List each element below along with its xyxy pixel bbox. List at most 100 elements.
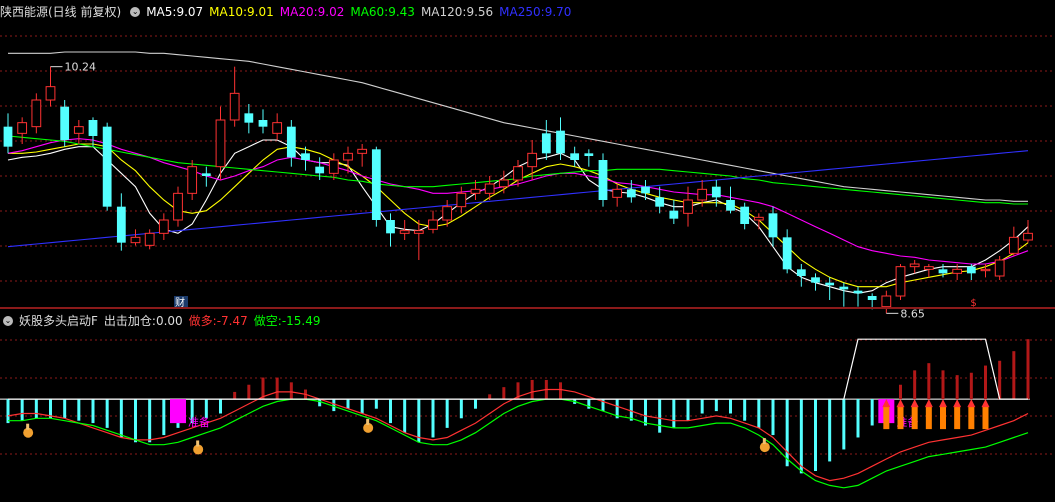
indicator-line <box>7 388 1029 482</box>
candle-body-down <box>768 213 778 238</box>
legend-value: 0.00 <box>155 314 183 328</box>
settings-icon[interactable]: ⌄ <box>3 316 13 326</box>
candle-body-up <box>697 188 708 201</box>
candle-body-up <box>215 119 226 168</box>
candle-body-up <box>343 152 353 161</box>
hand-finger <box>762 438 766 445</box>
candle-body-down <box>556 130 565 154</box>
indicator-title: 妖股多头启动F <box>19 314 98 328</box>
ma-legend: MA5: 9.07 MA10: 9.01 MA20: 9.02 MA60: 9.43 M… <box>146 3 571 21</box>
legend-value: -15.49 <box>281 314 321 328</box>
indicator-legend: ⌄ 妖股多头启动F 出击加仓: 0.00 做多: -7.47 做空: -15.49 <box>0 312 321 330</box>
candle-body-up <box>187 166 198 194</box>
legend-value: 9.07 <box>176 5 204 19</box>
up-arrow-icon <box>939 399 947 408</box>
candle-body-up <box>895 266 906 297</box>
legend-label: MA20: <box>279 5 318 19</box>
ma-line-ma20 <box>7 138 1029 265</box>
candle-body-down <box>541 133 551 154</box>
candle-body-up <box>923 266 934 270</box>
prepare-block <box>170 399 186 424</box>
legend-item: MA5: 9.07 <box>146 3 203 21</box>
ready-bar <box>940 405 946 430</box>
candle-body-down <box>839 286 849 290</box>
legend-item: 做多: -7.47 <box>189 312 248 330</box>
candle-body-up <box>683 199 693 214</box>
candle-body-up <box>158 219 169 234</box>
candle-body-up <box>470 188 481 194</box>
candle-body-down <box>796 269 806 276</box>
high-price-label: 10.24 <box>65 61 97 74</box>
candle-body-up <box>753 216 764 221</box>
candle-body-up <box>498 179 509 188</box>
legend-value: 9.01 <box>247 5 274 19</box>
candle-body-down <box>867 296 877 300</box>
settings-icon[interactable]: ⌄ <box>130 7 141 17</box>
candle-body-down <box>726 200 735 211</box>
candle-body-up <box>513 166 523 181</box>
candle-body-up <box>272 122 283 134</box>
legend-item: MA10: 9.01 <box>209 3 274 21</box>
candle-body-down <box>315 166 325 174</box>
legend-label: MA60: <box>350 5 389 19</box>
candle-body-up <box>484 183 495 194</box>
candle-body-down <box>853 290 863 294</box>
chart-stage: 10.248.65财 $ 准备 准备 <box>0 35 1055 489</box>
candle-body-down <box>3 126 13 147</box>
candle-body-down <box>938 269 948 274</box>
ready-bar <box>883 405 890 430</box>
candle-body-up <box>909 263 920 268</box>
indicator-lines <box>7 338 1029 489</box>
candle-body-down <box>258 120 268 127</box>
candle-body-down <box>825 282 835 286</box>
legend-item: MA60: 9.43 <box>350 3 415 21</box>
up-arrow-icon <box>910 399 919 408</box>
candle-body-up <box>994 259 1005 277</box>
candle-body-up <box>442 206 453 221</box>
candle-body-down <box>60 106 70 140</box>
candle-body-up <box>527 152 538 168</box>
up-arrow-icon <box>981 399 990 408</box>
ready-bar <box>968 405 975 430</box>
up-arrow-icon <box>953 399 962 408</box>
legend-label: MA120: <box>420 5 467 19</box>
legend-item: MA20: 9.02 <box>280 3 345 21</box>
legend-value: -7.47 <box>216 314 248 328</box>
up-arrow-icon <box>967 399 976 408</box>
candle-body-down <box>102 126 112 207</box>
up-arrow-icon <box>924 399 933 408</box>
low-price-label: 8.65 <box>900 307 925 320</box>
candle-body-up <box>17 122 28 134</box>
candle-body-down <box>669 210 679 219</box>
candle-body-up <box>144 232 155 246</box>
candle-body-up <box>45 86 56 101</box>
legend-label: MA5: <box>146 5 177 19</box>
stock-title: 陕西能源(日线 前复权) <box>0 5 122 19</box>
candle-body-down <box>116 206 126 243</box>
indicator-line <box>8 398 1029 489</box>
legend-item: MA250: 9.70 <box>499 3 571 21</box>
legend-item: 做空: -15.49 <box>254 312 321 330</box>
hand-finger <box>366 418 370 425</box>
candle-body-down <box>655 197 665 207</box>
candle-body-down <box>966 266 976 274</box>
candle-body-down <box>641 186 650 194</box>
candle-body-up <box>1008 236 1019 254</box>
legend-label: 做多: <box>188 314 217 328</box>
legend-label: 做空: <box>253 314 282 328</box>
candle-body-down <box>740 206 750 224</box>
legend-label: 出击加仓: <box>103 314 156 328</box>
candle-body-down <box>371 149 381 220</box>
candle-body-up <box>952 268 963 274</box>
price-legend: 陕西能源(日线 前复权) ⌄ MA5: 9.07 MA10: 9.01 MA20: … <box>0 3 571 21</box>
legend-label: MA250: <box>499 5 545 19</box>
candle-body-down <box>782 237 792 270</box>
candle-body-down <box>598 160 608 200</box>
ready-bar <box>911 405 918 430</box>
hand-finger <box>196 440 200 447</box>
candle-body-up <box>980 268 991 272</box>
prepare-label: 准备 <box>188 415 210 429</box>
candle-body-up <box>456 192 467 208</box>
ready-bar <box>982 405 989 430</box>
up-arrow-icon <box>896 399 905 408</box>
